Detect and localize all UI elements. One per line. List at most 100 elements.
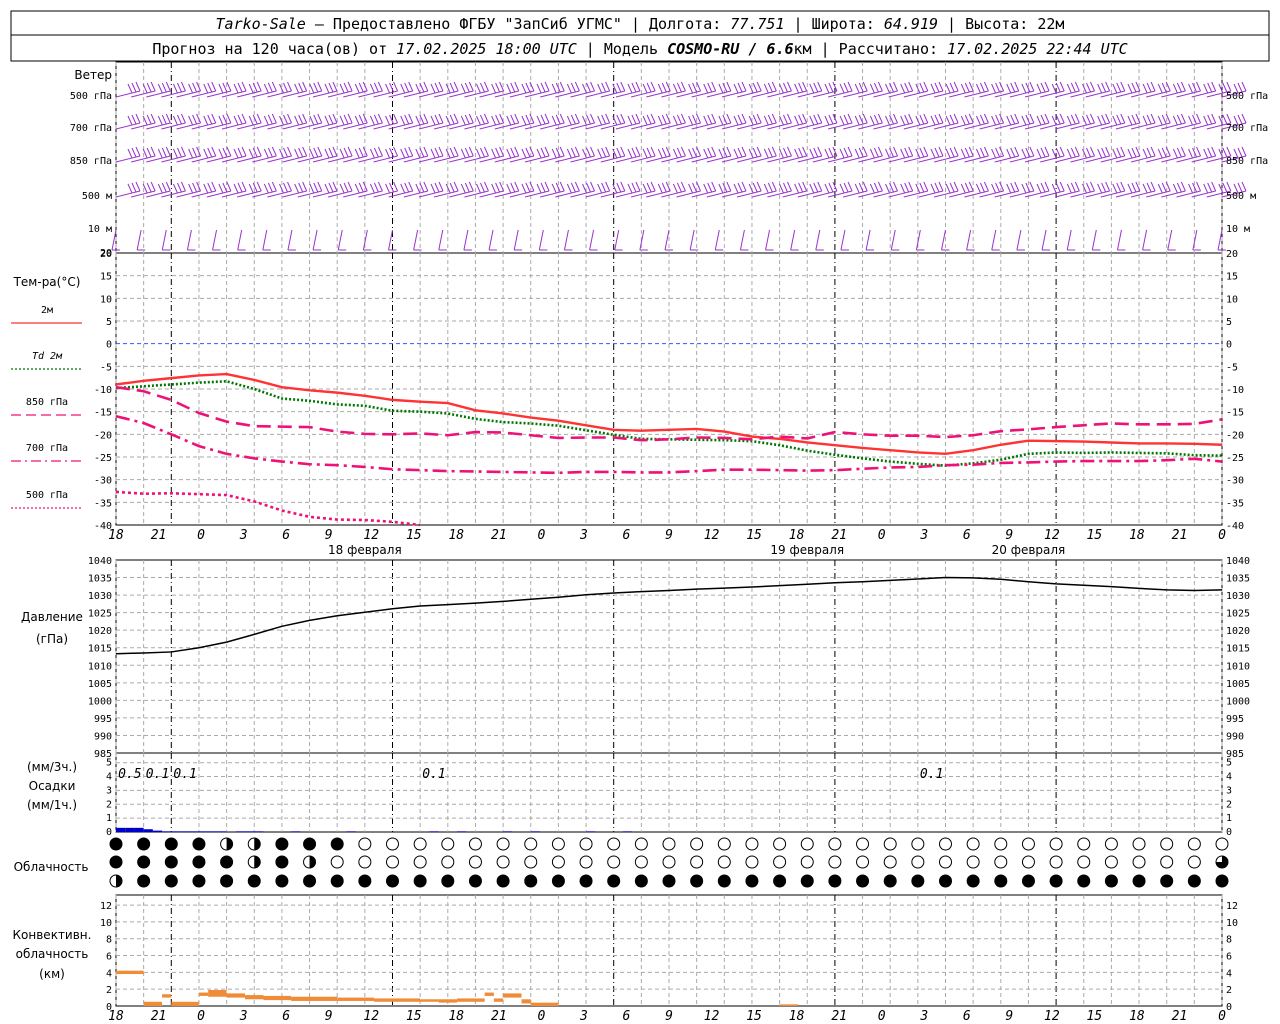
wind-barb-flag <box>464 82 470 93</box>
wind-barb-flag <box>650 146 656 157</box>
wind-barb-flag <box>631 147 637 158</box>
wind-barb-flag <box>1029 146 1035 157</box>
wind-barb-flag <box>999 81 1005 92</box>
wind-barb-flag <box>919 182 925 193</box>
wind-barb-flag <box>332 181 338 192</box>
wind-barb-flag <box>453 146 459 157</box>
wind-barb-flag <box>1036 83 1042 94</box>
wind-barb-flag <box>862 113 868 124</box>
hour-label-bottom: 15 <box>746 1009 762 1024</box>
cloud-fill-full <box>192 838 205 850</box>
cloud-fill-partial <box>309 856 316 868</box>
wind-barb-flag <box>525 114 531 125</box>
wind-barb-flag <box>241 146 247 157</box>
wind-barb-flag <box>737 82 743 93</box>
wind-level-0-right: 500 гПа <box>1226 91 1268 102</box>
cloud-circle <box>883 837 897 851</box>
header-line-2: Прогноз на 120 часа(ов) от 17.02.2025 18… <box>152 40 1127 58</box>
conv-bar <box>226 993 246 998</box>
cloud-circle <box>1021 855 1035 869</box>
wind-barb-staff <box>589 229 595 251</box>
wind-barb-flag <box>233 115 239 126</box>
wind-barb-flag <box>218 115 224 126</box>
wind-barb-flag <box>696 146 702 157</box>
wind-barb-flag <box>188 148 194 159</box>
wind-barb-staff <box>312 229 318 251</box>
wind-barb-flag <box>635 146 641 157</box>
wind-barb-flag <box>726 146 732 157</box>
wind-barb-flag <box>430 148 436 159</box>
wind-barb-flag <box>279 115 284 126</box>
wind-barb-flag <box>722 82 728 93</box>
hour-label-bottom: 12 <box>1044 1009 1060 1024</box>
wind-barb-flag <box>559 181 565 192</box>
wind-barb-flag <box>207 147 213 158</box>
wind-barb-flag <box>953 146 959 157</box>
wind-barb-flag <box>767 114 773 125</box>
pressure-tick-label: 1000 <box>1226 696 1250 707</box>
wind-barb-flag <box>1074 146 1080 157</box>
cloud-fill-full <box>497 875 510 887</box>
wind-barb-flag <box>536 148 542 159</box>
cloud-fill-full <box>607 875 620 887</box>
temp-legend-label: 700 гПа <box>26 443 68 454</box>
conv-bar <box>420 999 439 1002</box>
wind-barb-flag <box>1180 81 1186 92</box>
conv-bar <box>116 970 144 975</box>
wind-barb-flag <box>525 82 531 93</box>
wind-barb-flag <box>923 146 929 157</box>
hour-label: 15 <box>406 528 422 543</box>
wind-barb-flag <box>949 114 955 125</box>
wind-barb-flag <box>521 148 527 159</box>
temp-tick-label: 5 <box>106 317 112 328</box>
wind-barb-flag <box>586 82 591 93</box>
wind-barb-flag <box>711 146 717 157</box>
wind-barb-flag <box>752 147 758 158</box>
wind-barb-flag <box>711 113 717 124</box>
wind-barb-staff <box>212 229 218 251</box>
wind-barb-flag <box>453 113 459 124</box>
wind-barb-flag <box>983 146 989 157</box>
wind-barb-flag <box>1207 82 1213 93</box>
wind-barb-flag <box>294 183 300 194</box>
wind-barb-flag <box>1051 115 1057 126</box>
wind-barb-flag <box>328 182 334 193</box>
wind-level-4-right: 10 м <box>1226 224 1250 235</box>
wind-title: Ветер <box>74 68 112 82</box>
wind-barb-flag <box>783 82 788 93</box>
wind-barb <box>1142 229 1151 251</box>
wind-barb-flag <box>484 81 489 92</box>
wind-barb-flag <box>601 182 607 193</box>
wind-barb-flag <box>703 115 709 126</box>
wind-barb-flag <box>157 83 163 94</box>
wind-barb <box>115 181 141 198</box>
wind-barb-flag <box>566 183 572 194</box>
conv-tick-label: 6 <box>1226 952 1232 963</box>
wind-barb-flag <box>1112 183 1118 194</box>
wind-barb-flag <box>809 183 815 194</box>
wind-barb-flag <box>748 83 754 94</box>
wind-barb-flag <box>188 115 194 126</box>
wind-barb-flag <box>1006 115 1012 126</box>
wind-barb-staff <box>237 229 243 251</box>
conv-bar <box>457 998 485 1002</box>
wind-barb-flag <box>676 82 682 93</box>
wind-barb-flag <box>631 114 637 125</box>
hour-label-bottom: 15 <box>406 1009 422 1024</box>
wind-barb-flag <box>172 183 178 194</box>
precip-bar <box>171 831 181 832</box>
cloud-circle <box>330 855 344 869</box>
wind-barb-flag <box>843 114 849 125</box>
cloud-circle <box>1132 855 1146 869</box>
cloud-circle <box>1077 837 1091 851</box>
wind-barb-flag <box>718 148 724 159</box>
wind-barb-flag <box>1025 182 1031 193</box>
wind-barb-flag <box>1025 82 1031 93</box>
wind-barb-flag <box>953 113 959 124</box>
wind-barb-flag <box>748 183 754 194</box>
pressure-tick-label: 990 <box>94 731 112 742</box>
wind-barb-flag <box>510 147 516 158</box>
wind-barb-flag <box>802 113 808 124</box>
wind-barb-flag <box>1086 114 1091 125</box>
wind-barb-flag <box>165 113 171 124</box>
